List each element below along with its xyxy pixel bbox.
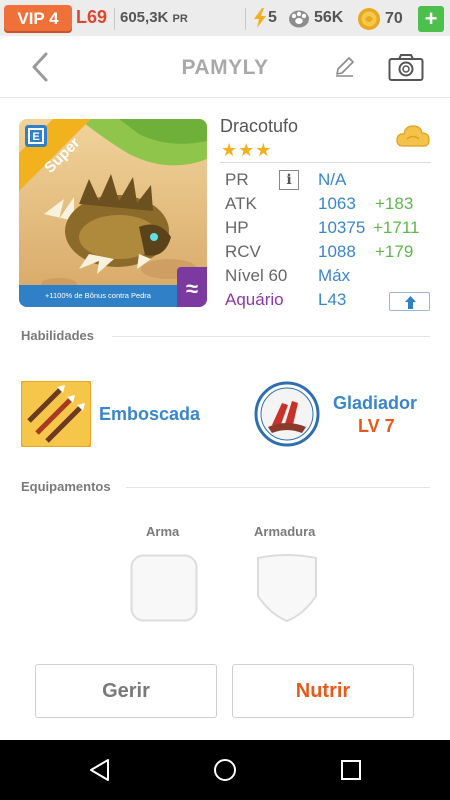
- stat-value: Máx: [318, 266, 351, 285]
- manage-button[interactable]: Gerir: [35, 664, 217, 718]
- stat-label: Nível 60: [225, 266, 288, 285]
- food-value: 56K: [314, 9, 344, 26]
- armor-label: Armadura: [254, 524, 316, 539]
- food-counter[interactable]: 56K: [288, 8, 343, 28]
- stat-label: HP: [225, 218, 249, 237]
- info-icon[interactable]: i: [279, 170, 299, 190]
- stat-value: 10375: [318, 218, 366, 237]
- stat-label: RCV: [225, 242, 261, 261]
- power-rating-unit: PR: [172, 13, 188, 25]
- lightning-icon: [254, 8, 266, 28]
- arrow-up-icon: [405, 296, 416, 309]
- divider: [245, 8, 246, 30]
- pet-name: Dracotufo: [220, 116, 299, 136]
- type-bonus-banner: +1100% de Bônus contra Pedra: [19, 285, 177, 307]
- divider: [220, 162, 431, 163]
- stat-value: 1088: [318, 242, 356, 261]
- skill-name[interactable]: Gladiador: [333, 393, 417, 414]
- camera-icon[interactable]: [388, 52, 424, 82]
- currency-bar: VIP 4 L69 605,3K PR 5 56K 70 +: [0, 0, 450, 36]
- system-navigation-bar: [0, 740, 450, 800]
- aquarium-upgrade-button[interactable]: [389, 292, 430, 311]
- energy-value: 5: [268, 9, 277, 26]
- stat-label: Aquário: [225, 290, 284, 309]
- stat-value: L43: [318, 290, 347, 309]
- power-rating: 605,3K PR: [120, 9, 188, 26]
- page-header: PAMYLY: [0, 36, 450, 98]
- armor-slot[interactable]: [254, 554, 320, 624]
- section-title-abilities: Habilidades: [21, 328, 94, 343]
- stat-bonus: +183: [375, 194, 414, 213]
- section-title-equipment: Equipamentos: [21, 479, 111, 494]
- rarity-stars: ★★★: [221, 140, 273, 160]
- coin-value: 70: [385, 10, 403, 27]
- edit-pencil-icon[interactable]: [334, 56, 356, 78]
- power-rating-value: 605,3K: [120, 9, 169, 26]
- stat-label: ATK: [225, 194, 257, 213]
- water-element-icon: ≈: [177, 267, 207, 307]
- skill-name[interactable]: Emboscada: [99, 404, 200, 425]
- nav-recents-icon[interactable]: [339, 758, 363, 782]
- stat-row-pr: PR i N/A: [225, 170, 435, 194]
- bond-cloud-icon[interactable]: [395, 122, 431, 152]
- stat-row-hp: HP 10375 +1711: [225, 218, 435, 242]
- coin-icon: [358, 8, 380, 30]
- card-tag: E: [32, 131, 40, 143]
- stat-bonus: +179: [375, 242, 414, 261]
- energy-counter[interactable]: 5: [253, 8, 277, 28]
- player-level: L69: [76, 7, 108, 27]
- gladiator-skill-icon[interactable]: [254, 381, 320, 447]
- stat-value: N/A: [318, 170, 347, 189]
- divider: [114, 8, 115, 30]
- weapon-slot[interactable]: [130, 554, 198, 622]
- stat-row-level: Nível 60 Máx: [225, 266, 435, 290]
- page-title: PAMYLY: [181, 56, 269, 79]
- stat-value: 1063: [318, 194, 356, 213]
- add-coins-button[interactable]: +: [418, 6, 444, 32]
- coin-counter[interactable]: 70: [357, 8, 403, 30]
- nav-back-icon[interactable]: [88, 758, 112, 782]
- paw-icon: [289, 10, 309, 28]
- divider: [126, 487, 430, 488]
- weapon-label: Arma: [146, 524, 180, 539]
- nav-home-icon[interactable]: [213, 758, 237, 782]
- divider: [112, 336, 430, 337]
- stat-row-atk: ATK 1063 +183: [225, 194, 435, 218]
- vip-badge[interactable]: VIP 4: [4, 5, 72, 33]
- pet-card[interactable]: E Super +1100% de Bônus contra Pedra ≈: [19, 119, 207, 307]
- ambush-skill-icon[interactable]: [21, 381, 91, 447]
- skill-level: LV 7: [358, 416, 395, 436]
- stat-row-rcv: RCV 1088 +179: [225, 242, 435, 266]
- stat-bonus: +1711: [373, 218, 420, 237]
- stat-label: PR: [225, 170, 249, 189]
- feed-button[interactable]: Nutrir: [232, 664, 414, 718]
